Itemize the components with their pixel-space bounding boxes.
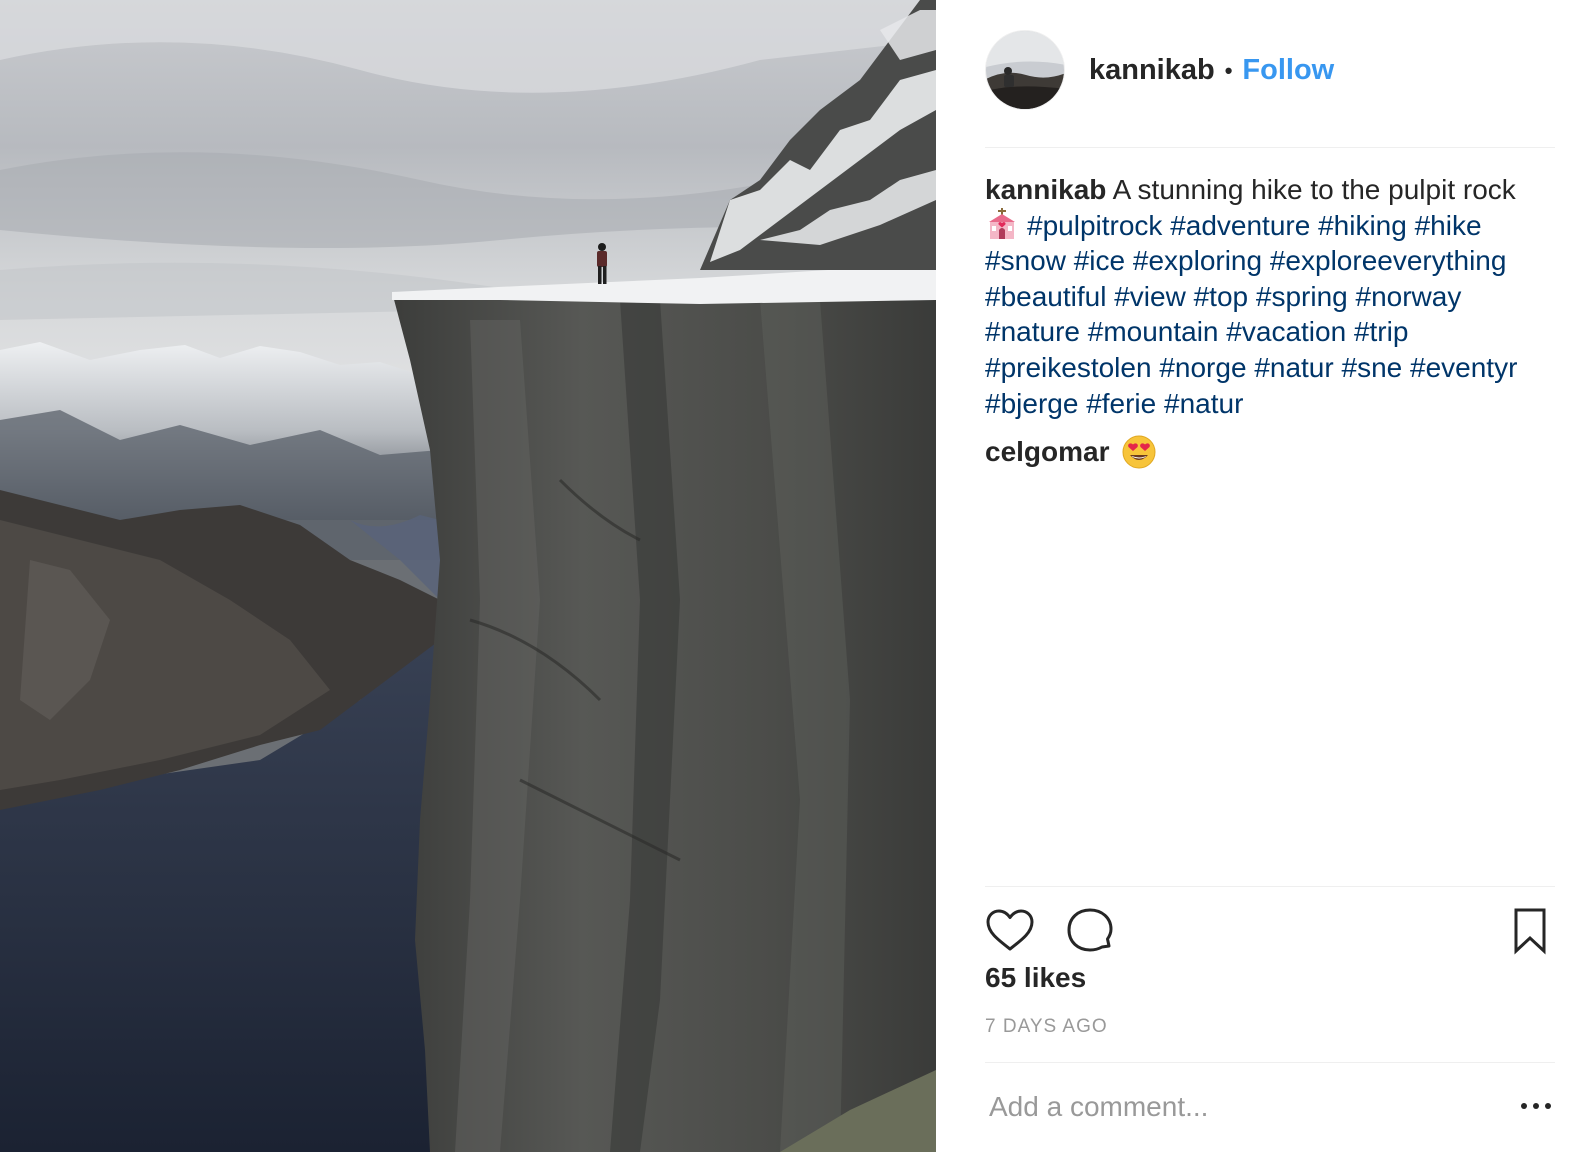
post-timestamp[interactable]: 7 DAYS AGO (985, 1016, 1108, 1038)
hashtag[interactable]: #top (1194, 281, 1249, 312)
more-options-button[interactable] (1521, 1094, 1551, 1118)
hashtag[interactable]: #hike (1415, 210, 1482, 241)
ellipsis-icon (1521, 1103, 1527, 1109)
hashtag[interactable]: #adventure (1170, 210, 1310, 241)
caption-username[interactable]: kannikab (985, 174, 1106, 205)
post-actions (985, 906, 1555, 956)
add-comment-input[interactable] (985, 1091, 1485, 1123)
header-username[interactable]: kannikab (1089, 54, 1215, 87)
header-text: kannikab • Follow (1089, 54, 1334, 87)
header-separator: • (1224, 57, 1233, 83)
hashtag[interactable]: #exploring (1133, 245, 1262, 276)
hashtag[interactable]: #natur (1254, 352, 1333, 383)
hashtag[interactable]: #ferie (1086, 388, 1156, 419)
hashtag[interactable]: #natur (1164, 388, 1243, 419)
hashtag[interactable]: #norge (1159, 352, 1246, 383)
avatar-image (986, 31, 1064, 109)
bookmark-icon (1514, 908, 1546, 955)
hashtag[interactable]: #hiking (1318, 210, 1407, 241)
comment-item: celgomar (985, 435, 1156, 469)
hashtag[interactable]: #nature (985, 316, 1080, 347)
header-divider (985, 147, 1555, 148)
comment-divider (985, 1062, 1555, 1063)
hashtag[interactable]: #exploreeverything (1270, 245, 1507, 276)
comment-username[interactable]: celgomar (985, 436, 1110, 468)
hashtag[interactable]: #trip (1354, 316, 1408, 347)
hashtag[interactable]: #pulpitrock (1027, 210, 1162, 241)
speech-bubble-icon (1067, 908, 1113, 952)
instagram-post: kannikab • Follow kannikab A stunning hi… (0, 0, 1584, 1152)
post-header: kannikab • Follow (985, 30, 1555, 148)
caption-text: A stunning hike to the pulpit rock (1112, 174, 1516, 205)
hashtag[interactable]: #norway (1356, 281, 1462, 312)
ellipsis-icon (1545, 1103, 1551, 1109)
hashtag[interactable]: #beautiful (985, 281, 1106, 312)
hashtag[interactable]: #ice (1074, 245, 1125, 276)
like-button[interactable] (985, 906, 1035, 956)
post-caption: kannikab A stunning hike to the pulpit r… (985, 172, 1555, 421)
church-emoji-icon (989, 207, 1015, 239)
comment-button[interactable] (1065, 906, 1115, 956)
actions-divider (985, 886, 1555, 887)
hashtag[interactable]: #preikestolen (985, 352, 1152, 383)
avatar[interactable] (985, 30, 1065, 110)
follow-button[interactable]: Follow (1242, 54, 1334, 87)
add-comment-bar (985, 1080, 1555, 1134)
post-side-panel: kannikab • Follow kannikab A stunning hi… (936, 0, 1584, 1152)
save-button[interactable] (1505, 906, 1555, 956)
hashtag[interactable]: #vacation (1226, 316, 1346, 347)
hashtag[interactable]: #view (1114, 281, 1186, 312)
heart-eyes-emoji-icon (1122, 435, 1155, 469)
hashtag[interactable]: #sne (1342, 352, 1403, 383)
likes-count[interactable]: 65 likes (985, 962, 1086, 994)
heart-icon (986, 909, 1034, 951)
ellipsis-icon (1533, 1103, 1539, 1109)
hashtag[interactable]: #eventyr (1410, 352, 1517, 383)
pulpit-rock-image (0, 0, 936, 1152)
hashtag[interactable]: #snow (985, 245, 1066, 276)
hashtag[interactable]: #bjerge (985, 388, 1078, 419)
post-photo[interactable] (0, 0, 936, 1152)
hashtag[interactable]: #mountain (1088, 316, 1219, 347)
hashtag[interactable]: #spring (1256, 281, 1348, 312)
